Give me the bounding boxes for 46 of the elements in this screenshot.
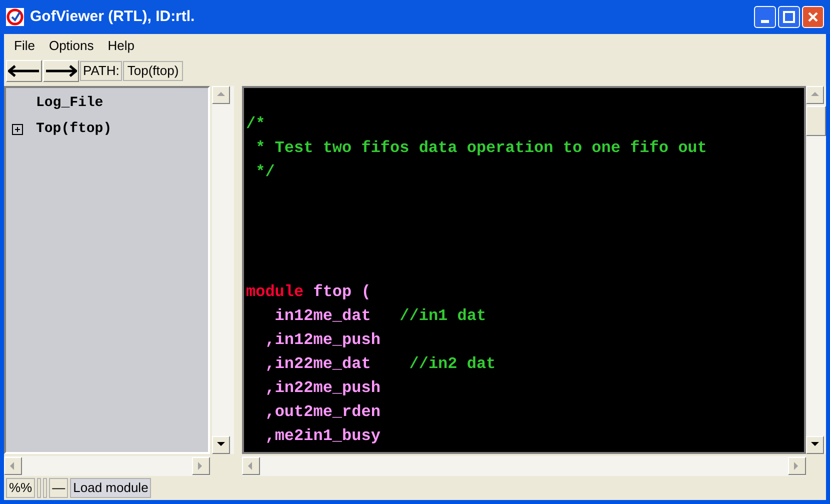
code-line: */ (254, 163, 275, 181)
close-button[interactable] (802, 6, 824, 28)
code-line: ,me2in1_busy (264, 427, 380, 445)
forward-button[interactable] (43, 60, 79, 82)
code-line: in12me_dat //in1 dat (274, 307, 486, 325)
app-icon (6, 8, 24, 26)
close-icon (807, 11, 819, 23)
scroll-right-button[interactable] (788, 457, 806, 475)
vertical-scrollbar[interactable] (212, 86, 234, 454)
scroll-up-button[interactable] (212, 86, 230, 104)
path-field: Top(ftop) (123, 61, 183, 81)
code-line: ,in12me_push (264, 331, 380, 349)
scroll-up-button[interactable] (806, 86, 824, 104)
horizontal-scrollbar[interactable] (4, 456, 210, 476)
code-line: ,in22me_dat //in2 dat (264, 355, 496, 373)
menu-item[interactable]: Help (102, 36, 141, 56)
minimize-button[interactable] (754, 6, 776, 28)
horizontal-scrollbar[interactable] (242, 456, 806, 476)
path-label: PATH: (80, 61, 122, 81)
tree-item[interactable]: Log_File (36, 92, 104, 114)
status-message: Load module (70, 478, 152, 498)
code-line: /* (246, 115, 266, 133)
scroll-left-button[interactable] (242, 457, 260, 475)
right-arrow-icon (45, 65, 77, 77)
code-line: ,in22me_push (264, 379, 380, 397)
menu-item[interactable]: File (8, 36, 41, 56)
menu-item[interactable]: Options (42, 36, 100, 56)
window-title: GofViewer (RTL), ID:rtl. (30, 6, 195, 27)
expand-icon[interactable] (12, 124, 23, 134)
maximize-icon (783, 11, 795, 23)
scroll-down-button[interactable] (212, 436, 230, 454)
code-line: * Test two fifos data operation to one fifo out (254, 139, 707, 157)
status-mode: %% (6, 478, 36, 498)
code-line: module ftop ( (246, 283, 371, 301)
minimize-icon (761, 20, 769, 23)
code-line: ,out2me_rden (264, 403, 380, 421)
back-button[interactable] (6, 60, 42, 82)
scroll-right-button[interactable] (192, 457, 210, 475)
vertical-scrollbar[interactable] (806, 86, 826, 454)
maximize-button[interactable] (778, 6, 800, 28)
status-indicator: — (49, 478, 68, 498)
scroll-down-button[interactable] (806, 436, 824, 454)
scroll-left-button[interactable] (4, 457, 22, 475)
scroll-thumb[interactable] (806, 106, 826, 136)
tree-item[interactable]: Top(ftop) (36, 118, 112, 140)
left-arrow-icon (8, 65, 40, 77)
